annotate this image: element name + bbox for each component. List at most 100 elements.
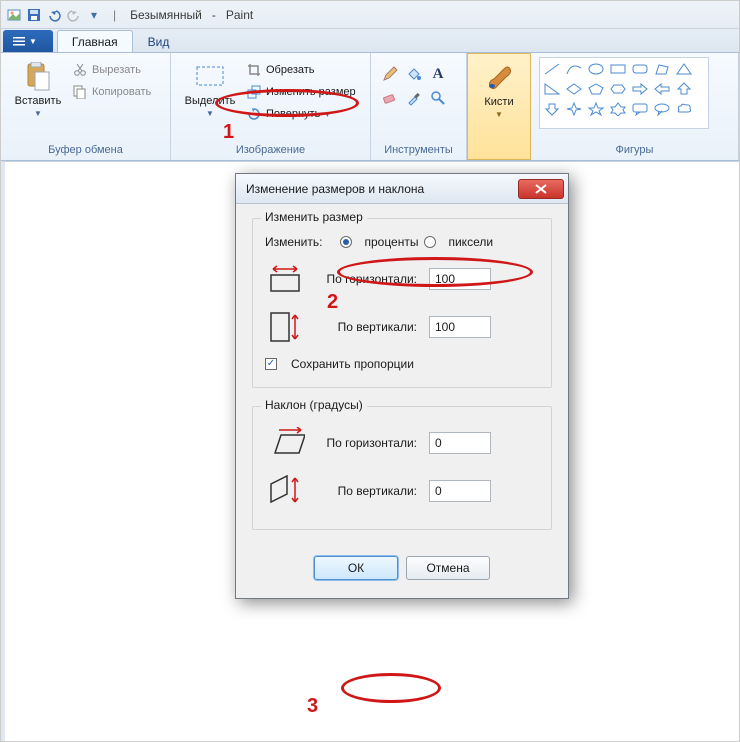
copy-button[interactable]: Копировать	[73, 82, 151, 102]
tab-view[interactable]: Вид	[133, 30, 185, 52]
units-pixels-radio[interactable]: пиксели	[424, 235, 493, 249]
shape-diamond[interactable]	[564, 80, 584, 98]
units-percent-radio[interactable]: проценты	[340, 235, 418, 249]
shape-star4[interactable]	[564, 100, 584, 118]
title-dash: -	[212, 8, 216, 22]
text-tool[interactable]: A	[427, 63, 449, 85]
ribbon: Вставить ▼ Вырезать Копировать Буфер	[1, 53, 739, 161]
skew-horiz-icon	[265, 425, 305, 461]
keep-aspect-label: Сохранить пропорции	[291, 357, 414, 371]
quick-access-toolbar: ▾	[5, 6, 103, 24]
shape-star6[interactable]	[608, 100, 628, 118]
units-percent-label: проценты	[364, 235, 418, 249]
title-separator: |	[113, 8, 116, 22]
group-brushes: Кисти ▼ .	[467, 53, 531, 160]
shapes-gallery[interactable]	[539, 57, 709, 129]
rotate-button[interactable]: Повернуть ▾	[247, 104, 356, 124]
resize-label: Изменить размер	[266, 86, 356, 98]
radio-icon	[340, 236, 352, 248]
group-tools-label: Инструменты	[379, 144, 458, 158]
shape-callout-rect[interactable]	[630, 100, 650, 118]
shape-polygon[interactable]	[652, 60, 672, 78]
pencil-tool[interactable]	[379, 63, 401, 85]
select-icon	[194, 61, 226, 93]
resize-icon	[247, 85, 261, 99]
skew-vert-icon	[265, 473, 305, 509]
dialog-close-button[interactable]	[518, 179, 564, 199]
brushes-button[interactable]: Кисти ▼	[476, 58, 522, 143]
shape-triangle[interactable]	[674, 60, 694, 78]
scissors-icon	[73, 63, 87, 77]
menu-icon	[13, 36, 25, 46]
crop-button[interactable]: Обрезать	[247, 60, 356, 80]
shape-line[interactable]	[542, 60, 562, 78]
dialog-titlebar[interactable]: Изменение размеров и наклона	[236, 174, 568, 204]
cut-button[interactable]: Вырезать	[73, 60, 151, 80]
skew-horiz-input[interactable]	[429, 432, 491, 454]
copy-label: Копировать	[92, 86, 151, 98]
shape-star5[interactable]	[586, 100, 606, 118]
shape-callout-cloud[interactable]	[674, 100, 694, 118]
crop-label: Обрезать	[266, 64, 315, 76]
undo-icon[interactable]	[45, 6, 63, 24]
shape-pentagon[interactable]	[586, 80, 606, 98]
brushes-label: Кисти	[484, 96, 513, 108]
resize-horiz-input[interactable]	[429, 268, 491, 290]
group-shapes: Фигуры	[531, 53, 739, 160]
shape-arrow-d[interactable]	[542, 100, 562, 118]
skew-horiz-label: По горизонтали:	[317, 436, 417, 450]
qat-dropdown-icon[interactable]: ▾	[85, 6, 103, 24]
ok-button[interactable]: ОК	[314, 556, 398, 580]
units-pixels-label: пиксели	[448, 235, 493, 249]
paste-icon	[22, 61, 54, 93]
shape-arrow-r[interactable]	[630, 80, 650, 98]
resize-button[interactable]: Изменить размер	[247, 82, 356, 102]
keep-aspect-checkbox[interactable]: Сохранить пропорции	[265, 357, 539, 371]
checkbox-icon	[265, 358, 277, 370]
fill-tool[interactable]	[403, 63, 425, 85]
resize-group: Изменить размер Изменить: проценты пиксе…	[252, 218, 552, 388]
select-label: Выделить	[185, 95, 236, 107]
skew-vert-input[interactable]	[429, 480, 491, 502]
shape-arrow-l[interactable]	[652, 80, 672, 98]
magnifier-tool[interactable]	[427, 87, 449, 109]
shape-curve[interactable]	[564, 60, 584, 78]
resize-group-title: Изменить размер	[261, 210, 367, 224]
resize-horiz-icon	[265, 261, 305, 297]
rotate-icon	[247, 107, 261, 121]
shape-rect[interactable]	[608, 60, 628, 78]
resize-horiz-label: По горизонтали:	[317, 272, 417, 286]
brush-icon	[483, 62, 515, 94]
cancel-button[interactable]: Отмена	[406, 556, 490, 580]
radio-icon	[424, 236, 436, 248]
select-button[interactable]: Выделить ▼	[179, 57, 241, 144]
picker-tool[interactable]	[403, 87, 425, 109]
crop-icon	[247, 63, 261, 77]
group-tools: A Инструменты	[371, 53, 467, 160]
file-menu[interactable]: ▼	[3, 30, 53, 52]
group-shapes-label: Фигуры	[539, 144, 730, 158]
resize-skew-dialog: Изменение размеров и наклона Изменить ра…	[235, 173, 569, 599]
paste-button[interactable]: Вставить ▼	[9, 57, 67, 144]
skew-group-title: Наклон (градусы)	[261, 398, 367, 412]
shape-callout-oval[interactable]	[652, 100, 672, 118]
save-icon[interactable]	[25, 6, 43, 24]
shape-right-tri[interactable]	[542, 80, 562, 98]
skew-group: Наклон (градусы) По горизонтали: По верт…	[252, 406, 552, 530]
eraser-tool[interactable]	[379, 87, 401, 109]
paste-label: Вставить	[15, 95, 62, 107]
group-image-label: Изображение	[179, 144, 362, 158]
app-name: Paint	[226, 8, 253, 22]
shape-oval[interactable]	[586, 60, 606, 78]
shape-roundrect[interactable]	[630, 60, 650, 78]
redo-icon[interactable]	[65, 6, 83, 24]
resize-vert-input[interactable]	[429, 316, 491, 338]
shape-arrow-u[interactable]	[674, 80, 694, 98]
document-name: Безымянный	[130, 8, 202, 22]
tab-home[interactable]: Главная	[57, 30, 133, 52]
rotate-label: Повернуть	[266, 108, 320, 120]
shape-hexagon[interactable]	[608, 80, 628, 98]
app-icon	[5, 6, 23, 24]
close-icon	[535, 184, 547, 194]
dialog-title: Изменение размеров и наклона	[246, 182, 424, 196]
